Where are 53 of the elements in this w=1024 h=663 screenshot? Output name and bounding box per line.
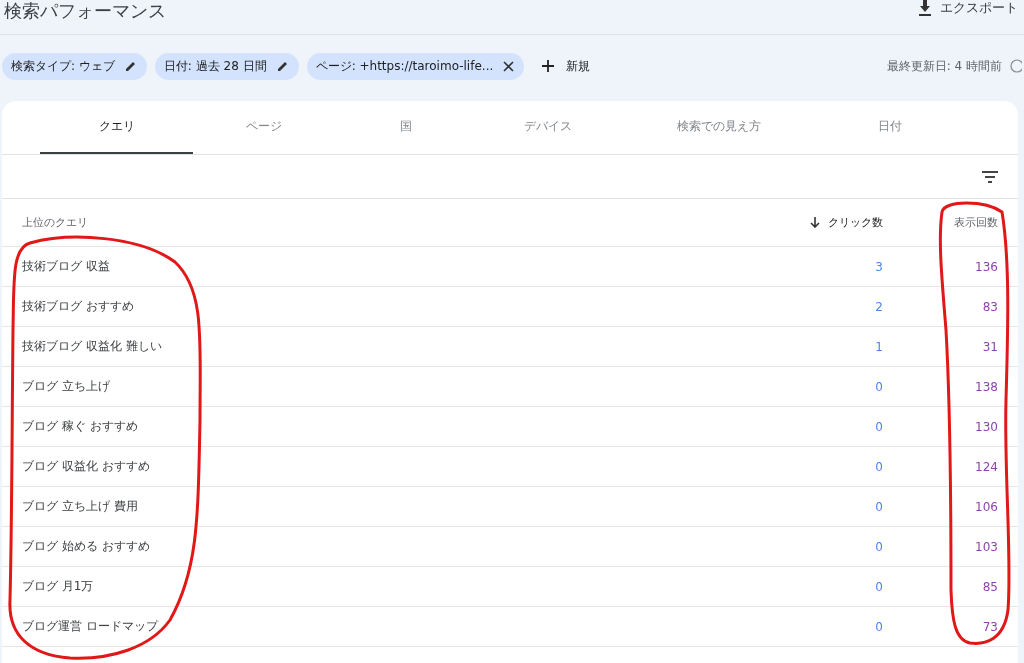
tab[interactable]: 国 (335, 101, 477, 154)
table-cell-text: 0 (874, 539, 883, 554)
pencil-icon (276, 60, 289, 72)
table-cell-text: 138 (974, 379, 998, 394)
download-icon (918, 0, 932, 16)
pencil-icon (124, 60, 137, 72)
table-cell-text: 0 (874, 379, 883, 394)
table-cell-text: 83 (981, 299, 998, 314)
page-title: 検索パフォーマンス (3, 0, 166, 22)
table-cell-text: ブログ運営 ロードマップ (22, 618, 160, 635)
tab[interactable]: デバイス (477, 101, 619, 154)
table-cell-text: 技術ブログ 収益化 難しい (22, 338, 163, 355)
tab[interactable]: クエリ (40, 101, 193, 154)
table-cell-text: 130 (974, 419, 998, 434)
table-cell-text: ブログ 月1万 (22, 578, 95, 595)
column-header[interactable]: クリック数 (763, 215, 883, 230)
table-cell-text: 1 (874, 339, 883, 354)
tab[interactable]: 日付 (819, 101, 961, 154)
table-cell-text: 技術ブログ おすすめ (22, 298, 135, 315)
table-cell-text: 0 (874, 619, 883, 634)
table-cell-text: 0 (874, 459, 883, 474)
filter-chip[interactable]: ページ: +https://taroimo-life... (306, 52, 525, 80)
export-button[interactable]: エクスポート (918, 0, 1024, 17)
table-cell-text: 103 (974, 539, 998, 554)
column-header[interactable]: 上位のクエリ (22, 215, 763, 230)
tab[interactable]: 検索での見え方 (619, 101, 819, 154)
down-arrow-icon (810, 217, 820, 228)
table-cell-text: 0 (874, 579, 883, 594)
column-header[interactable]: 表示回数 (883, 215, 998, 230)
table-cell-text: ブログ 稼ぐ おすすめ (22, 418, 139, 435)
table-cell-text: 技術ブログ 収益 (22, 258, 111, 275)
table-cell-text: 2 (874, 299, 883, 314)
table-cell-text: 106 (974, 499, 998, 514)
table-cell-text: 0 (874, 419, 883, 434)
close-icon (503, 60, 515, 72)
new-filter-button[interactable]: 新規 (532, 57, 601, 75)
filter-chip[interactable]: 検索タイプ: ウェブ (2, 52, 147, 80)
table-cell-text: ブログ 始める おすすめ (22, 538, 151, 555)
table-cell-text: ブログ 収益化 おすすめ (22, 458, 151, 475)
tab[interactable]: ページ (193, 101, 335, 154)
table-cell-text: ブログ 立ち上げ 費用 (22, 498, 139, 515)
table-cell-text: 85 (981, 579, 998, 594)
table-cell-text: 136 (974, 259, 998, 274)
table-cell-text: 3 (874, 259, 883, 274)
table-cell-text: ブログ 立ち上げ (22, 378, 111, 395)
last-updated-text: 最終更新日: 4 時間前 (886, 57, 1002, 75)
table-cell-text: 0 (874, 499, 883, 514)
table-cell-text: 124 (974, 459, 998, 474)
plus-icon (542, 60, 555, 72)
table-cell-text: 31 (981, 339, 998, 354)
filter-icon[interactable] (982, 170, 998, 183)
table-cell-text: 73 (981, 619, 998, 634)
filter-chip[interactable]: 日付: 過去 28 日間 (154, 52, 299, 80)
